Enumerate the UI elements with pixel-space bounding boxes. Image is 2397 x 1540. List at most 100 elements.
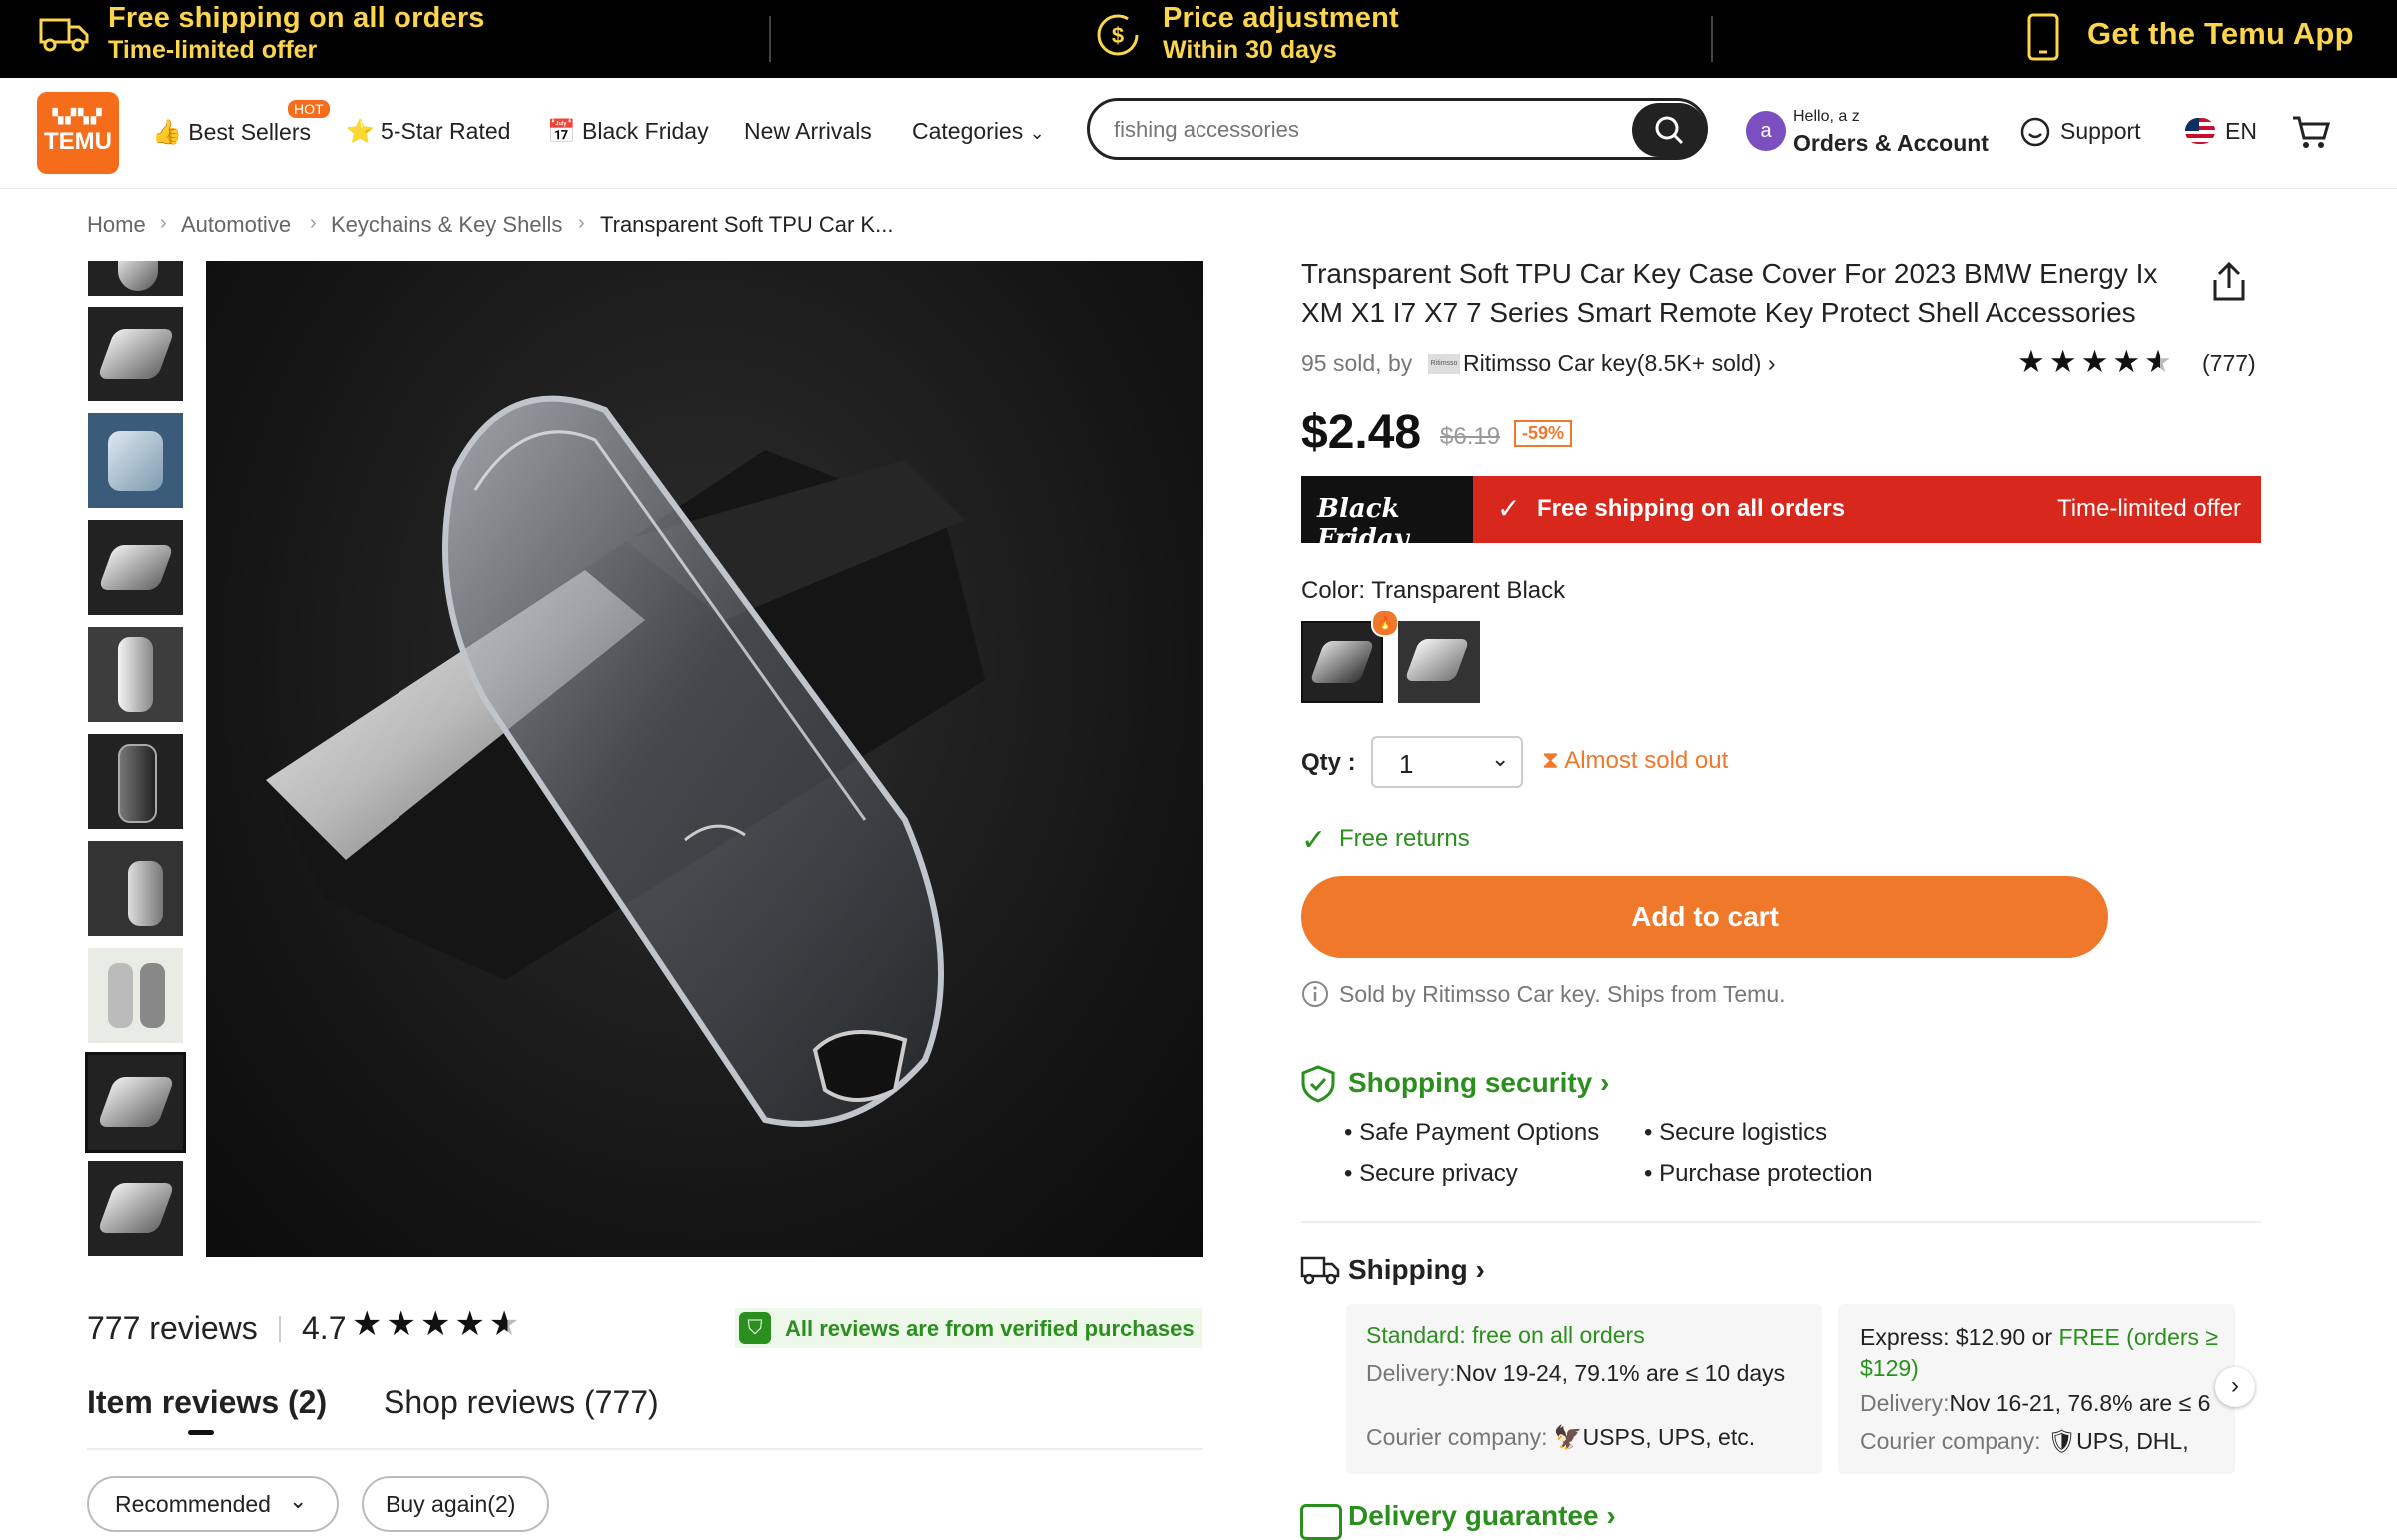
qty-value: 1 bbox=[1399, 749, 1414, 779]
price-adjust-icon: $ bbox=[1097, 14, 1139, 56]
temu-logo[interactable]: ▚▞▚▞ TEMU bbox=[37, 92, 119, 174]
color-swatch-clear[interactable] bbox=[1398, 621, 1480, 703]
color-label: Color: Transparent Black bbox=[1301, 577, 1566, 604]
rating-stars[interactable]: ★★★★★ bbox=[2017, 344, 2176, 380]
thumbnail[interactable] bbox=[88, 307, 183, 401]
qty-label: Qty : bbox=[1301, 749, 1356, 776]
thumbnail[interactable] bbox=[88, 841, 183, 936]
language-selector[interactable]: EN bbox=[2225, 118, 2257, 145]
orders-account-link[interactable]: Orders & Account bbox=[1793, 130, 1989, 157]
hourglass-icon: ⧗ bbox=[1542, 747, 1559, 774]
standard-couriers: Courier company: 🦅USPS, UPS, etc. bbox=[1366, 1424, 1756, 1450]
delivery-guarantee-link[interactable]: Delivery guarantee › bbox=[1348, 1500, 1616, 1532]
tab-item-reviews[interactable]: Item reviews (2) bbox=[87, 1384, 327, 1421]
site-header: ▚▞▚▞ TEMU 👍 Best Sellers HOT ⭐ 5-Star Ra… bbox=[0, 78, 2397, 189]
current-price: $2.48 bbox=[1301, 406, 1422, 459]
thumbnail[interactable] bbox=[88, 734, 183, 829]
usps-logo-icon: 🦅 bbox=[1553, 1424, 1583, 1450]
support-icon bbox=[2020, 117, 2050, 147]
store-logo: Ritimsso bbox=[1428, 354, 1460, 374]
verified-text: All reviews are from verified purchases bbox=[785, 1316, 1195, 1341]
chevron-right-icon: › bbox=[1600, 1067, 1610, 1098]
promo-price-title: Price adjustment bbox=[1163, 2, 1399, 34]
cart-icon[interactable] bbox=[2291, 114, 2331, 150]
calendar-icon: 📅 bbox=[547, 118, 576, 144]
black-friday-logo: Black Friday bbox=[1301, 476, 1473, 554]
verified-banner: ⛉ All reviews are from verified purchase… bbox=[735, 1308, 1202, 1348]
thumbnail[interactable] bbox=[88, 413, 183, 508]
search-input[interactable] bbox=[1112, 111, 1615, 149]
thumbnail[interactable] bbox=[88, 261, 183, 296]
sort-label: Recommended bbox=[115, 1491, 271, 1517]
filter-buy-again[interactable]: Buy again(2) bbox=[362, 1476, 549, 1532]
review-stars: ★★★★★ bbox=[352, 1305, 524, 1343]
tab-divider bbox=[87, 1448, 1203, 1450]
standard-delivery: Delivery:Nov 19-24, 79.1% are ≤ 10 days bbox=[1366, 1360, 1786, 1386]
nav-label: Best Sellers bbox=[188, 119, 311, 145]
thumbnail[interactable] bbox=[88, 1161, 183, 1256]
star-badge-icon: ⭐ bbox=[346, 118, 375, 144]
thumbnail[interactable] bbox=[88, 948, 183, 1043]
color-swatch-black[interactable] bbox=[1301, 621, 1383, 703]
rating-count[interactable]: (777) bbox=[2202, 350, 2256, 377]
shield-icon bbox=[1301, 1065, 1335, 1103]
bf-offer-text: Time-limited offer bbox=[2056, 495, 2241, 522]
nav-new-arrivals[interactable]: New Arrivals bbox=[744, 118, 872, 145]
sold-by-note: Sold by Ritimsso Car key. Ships from Tem… bbox=[1339, 981, 1786, 1007]
thumbnail[interactable] bbox=[88, 627, 183, 722]
bf-logo-text: Black Friday bbox=[1317, 494, 1409, 554]
phone-icon bbox=[2027, 13, 2059, 61]
main-product-image[interactable] bbox=[206, 261, 1203, 1257]
breadcrumb-automotive[interactable]: Automotive bbox=[181, 212, 291, 238]
breadcrumb-chevron-icon: › bbox=[160, 212, 167, 234]
nav-best-sellers[interactable]: 👍 Best Sellers bbox=[152, 118, 311, 147]
black-friday-banner: Black Friday ✓ Free shipping on all orde… bbox=[1301, 476, 2261, 554]
security-item: • Secure privacy bbox=[1344, 1160, 1518, 1187]
promo-divider bbox=[769, 16, 771, 62]
free-returns[interactable]: Free returns bbox=[1339, 825, 1470, 853]
security-item: • Secure logistics bbox=[1644, 1119, 1828, 1146]
chevron-down-icon: ⌄ bbox=[1029, 123, 1045, 143]
carousel-next-button[interactable]: › bbox=[2215, 1367, 2255, 1407]
info-icon bbox=[1302, 981, 1328, 1007]
share-icon[interactable] bbox=[2211, 262, 2247, 302]
logo-glyphs: ▚▞▚▞ bbox=[52, 108, 104, 124]
chevron-right-icon: › bbox=[1475, 1254, 1485, 1285]
shipping-link[interactable]: Shipping › bbox=[1348, 1254, 1485, 1286]
truck-icon bbox=[39, 18, 89, 52]
nav-five-star[interactable]: ⭐ 5-Star Rated bbox=[346, 118, 510, 145]
store-link[interactable]: Ritimsso Car key(8.5K+ sold) › bbox=[1463, 350, 1776, 377]
standard-shipping-card: Standard: free on all orders Delivery:No… bbox=[1346, 1304, 1822, 1474]
ups-logo-icon: 🛡 bbox=[2046, 1428, 2077, 1454]
thumbnail-selected[interactable] bbox=[85, 1052, 186, 1153]
truck-icon bbox=[1300, 1256, 1340, 1285]
thumbnail[interactable] bbox=[88, 520, 183, 615]
promo-bar: Free shipping on all orders Time-limited… bbox=[0, 0, 2397, 78]
sold-count: 95 sold, by bbox=[1301, 350, 1413, 376]
security-item: • Purchase protection bbox=[1644, 1160, 1873, 1187]
shopping-security-link[interactable]: Shopping security › bbox=[1348, 1067, 1609, 1099]
breadcrumb-home[interactable]: Home bbox=[87, 212, 146, 238]
nav-categories[interactable]: Categories ⌄ bbox=[912, 118, 1045, 145]
shipping-title: Shipping bbox=[1348, 1254, 1468, 1285]
get-app-link[interactable]: Get the Temu App bbox=[2087, 16, 2354, 52]
review-count: 777 reviews bbox=[87, 1310, 258, 1346]
standard-title: Standard: free on all orders bbox=[1366, 1322, 1645, 1348]
nav-black-friday[interactable]: 📅 Black Friday bbox=[547, 118, 709, 145]
half-star-icon: ★ bbox=[2144, 344, 2176, 379]
tab-shop-reviews[interactable]: Shop reviews (777) bbox=[384, 1384, 659, 1421]
store-name: Ritimsso Car key(8.5K+ sold) bbox=[1463, 350, 1762, 376]
qty-select[interactable]: 1 ⌄ bbox=[1371, 736, 1523, 788]
express-shipping-card: Express: $12.90 or FREE (orders ≥ $129) … bbox=[1838, 1304, 2235, 1474]
breadcrumb-keychains[interactable]: Keychains & Key Shells bbox=[331, 212, 562, 238]
support-link[interactable]: Support bbox=[2060, 118, 2141, 145]
avatar[interactable]: a bbox=[1746, 111, 1786, 151]
logo-text: TEMU bbox=[44, 128, 112, 155]
sort-dropdown[interactable]: Recommended ⌄ bbox=[87, 1476, 339, 1532]
nav-label: Black Friday bbox=[582, 118, 709, 144]
section-divider bbox=[1301, 1221, 2261, 1223]
search-button[interactable] bbox=[1632, 103, 1706, 157]
promo-price-sub: Within 30 days bbox=[1163, 36, 1337, 64]
promo-shipping-sub: Time-limited offer bbox=[108, 36, 318, 64]
add-to-cart-button[interactable]: Add to cart bbox=[1301, 876, 2108, 958]
